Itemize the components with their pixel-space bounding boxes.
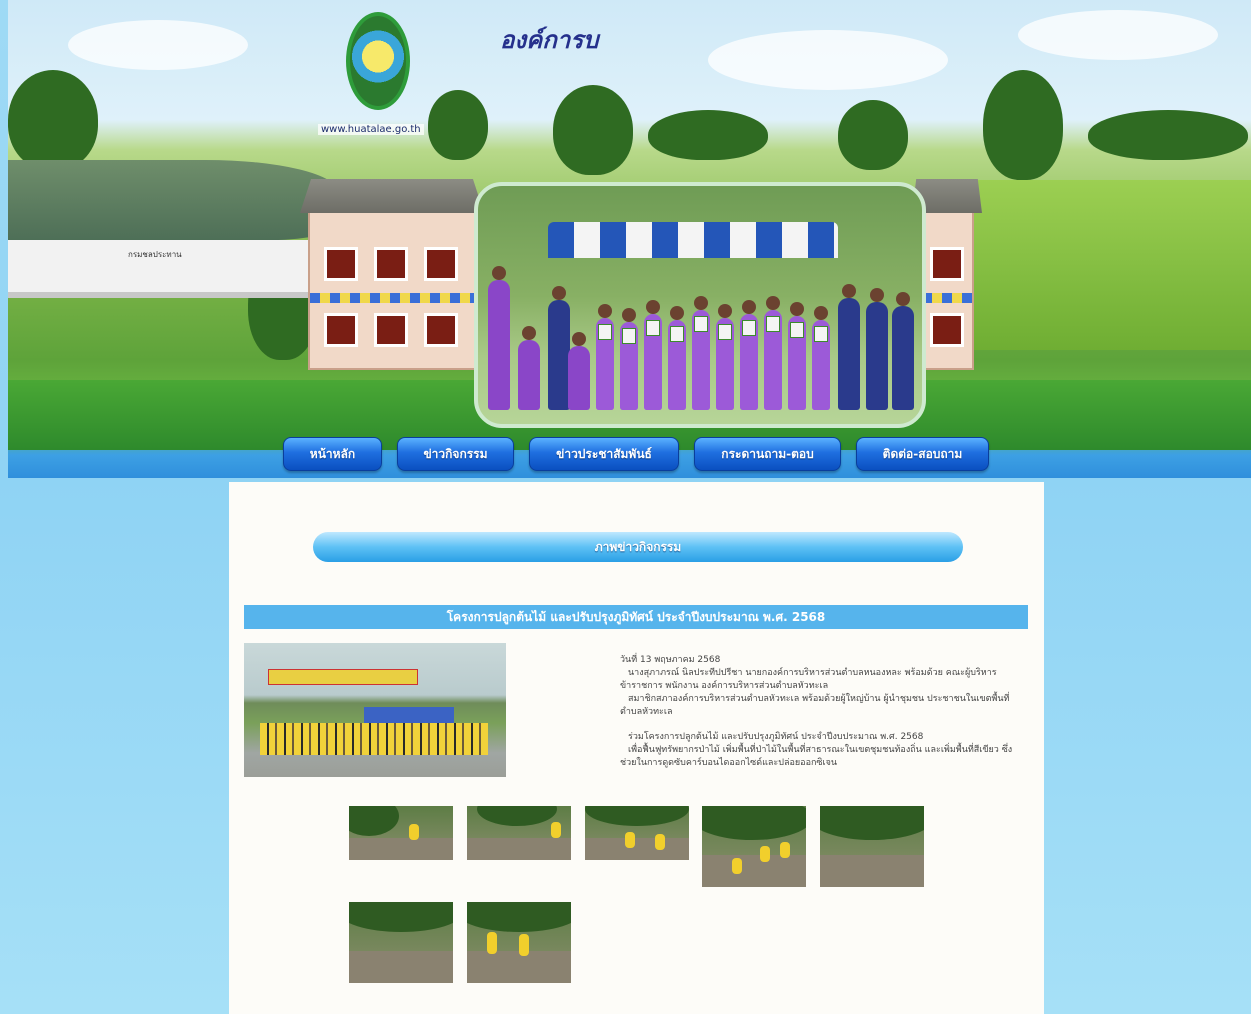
news-title[interactable]: โครงการปลูกต้นไม้ และปรับปรุงภูมิทัศน์ ป… <box>244 605 1028 629</box>
gallery-thumbnail[interactable] <box>585 806 689 860</box>
section-title-bar: ภาพข่าวกิจกรรม <box>313 532 963 562</box>
tree-decoration <box>553 85 633 175</box>
news-paragraph: สมาชิกสภาองค์การบริหารส่วนตำบลหัวทะเล พร… <box>620 694 1010 717</box>
cloud-decoration <box>68 20 248 70</box>
nav-qa-board-button[interactable]: กระดานถาม-ตอบ <box>694 437 841 471</box>
news-paragraph: นางสุภาภรณ์ นิลประทีปปรีชา นายกองค์การบร… <box>620 668 997 691</box>
news-main-photo[interactable] <box>244 643 506 777</box>
pond-decoration <box>8 160 338 240</box>
nav-activity-news-button[interactable]: ข่าวกิจกรรม <box>397 437 514 471</box>
gallery-thumbnail[interactable] <box>467 902 571 983</box>
site-title: องค์การบ <box>500 25 599 54</box>
nav-home-button[interactable]: หน้าหลัก <box>283 437 382 471</box>
gallery-thumbnail[interactable] <box>349 806 453 860</box>
tree-decoration <box>428 90 488 160</box>
hero-activity-photo <box>474 182 926 428</box>
tree-decoration <box>1088 110 1248 160</box>
gallery-thumbnail[interactable] <box>820 806 924 887</box>
tree-decoration <box>648 110 768 160</box>
gallery-thumbnail[interactable] <box>467 806 571 860</box>
news-paragraph: ร่วมโครงการปลูกต้นไม้ และปรับปรุงภูมิทัศ… <box>628 732 924 742</box>
gallery-thumbnail[interactable] <box>349 902 453 983</box>
nav-contact-button[interactable]: ติดต่อ-สอบถาม <box>856 437 989 471</box>
organization-logo <box>346 12 410 110</box>
office-building-left <box>300 179 484 370</box>
cloud-decoration <box>1018 10 1218 60</box>
office-building-right <box>912 179 982 370</box>
cloud-decoration <box>708 30 948 90</box>
news-date: วันที่ 13 พฤษภาคม 2568 <box>620 655 721 665</box>
site-url: www.huatalae.go.th <box>318 124 424 135</box>
tree-decoration <box>8 70 98 170</box>
tree-decoration <box>838 100 908 170</box>
header-banner: กรมชลประทาน www.huatalae.go.th องค์การบ <box>8 0 1251 478</box>
tree-decoration <box>983 70 1063 180</box>
nav-public-relations-button[interactable]: ข่าวประชาสัมพันธ์ <box>529 437 679 471</box>
news-paragraph: เพื่อฟื้นฟูทรัพยากรป่าไม้ เพิ่มพื้นที่ป่… <box>620 745 1013 768</box>
gallery-thumbnail[interactable] <box>702 806 806 887</box>
dam-structure: กรมชลประทาน <box>8 240 308 298</box>
dam-label: กรมชลประทาน <box>128 250 182 259</box>
news-article-text: วันที่ 13 พฤษภาคม 2568 นางสุภาภรณ์ นิลปร… <box>620 654 1025 770</box>
main-content: ภาพข่าวกิจกรรม โครงการปลูกต้นไม้ และปรับ… <box>229 482 1044 1014</box>
